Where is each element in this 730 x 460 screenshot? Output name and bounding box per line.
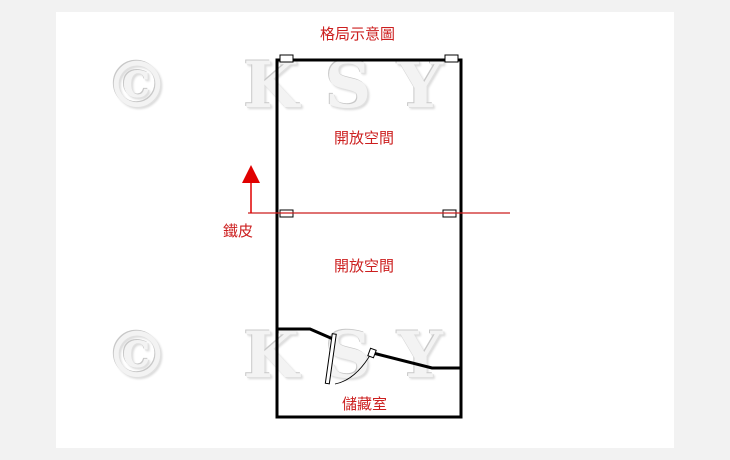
storage-wall-right: [372, 351, 460, 370]
door-swing-arc: [334, 351, 373, 385]
outer-wall: [275, 58, 463, 419]
room-label-storage: 儲藏室: [342, 395, 388, 413]
marker-label: 鐵皮: [223, 222, 254, 240]
room-label-lower: 開放空間: [334, 257, 395, 275]
room-label-upper: 開放空間: [334, 129, 395, 147]
door-jamb: [367, 347, 377, 359]
window-marker-top-right: [444, 54, 459, 63]
floor-plan: [242, 54, 510, 419]
door-leaf: [324, 333, 337, 385]
arrow-head-icon: [242, 165, 260, 183]
window-marker-top-left: [279, 54, 294, 63]
diagram-title: 格局示意圖: [320, 25, 396, 43]
storage-wall-left: [278, 327, 334, 341]
